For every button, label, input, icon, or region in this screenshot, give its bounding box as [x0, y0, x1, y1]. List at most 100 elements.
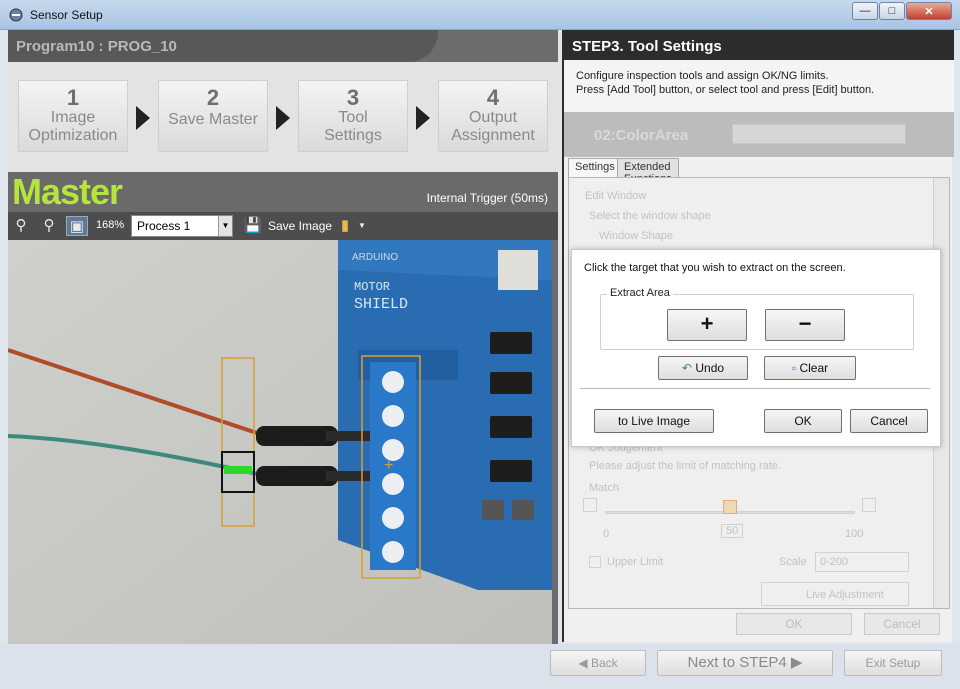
step-label: Image: [50, 109, 96, 126]
arrow-right-icon: [136, 106, 150, 130]
step-number: 3: [346, 85, 360, 110]
master-image: ARDUINO MOTOR SHIELD +: [8, 240, 552, 644]
folder-icon[interactable]: ▮: [334, 216, 356, 236]
left-panel: Program10 : PROG_10 1 Image Optimization…: [8, 30, 558, 644]
close-icon: ✕: [924, 5, 934, 18]
step3-title: STEP3. Tool Settings: [572, 38, 722, 55]
board-label-motor: MOTOR: [354, 280, 390, 294]
next-step-label: Next to STEP4: [687, 654, 787, 671]
step-number: 4: [486, 85, 500, 110]
program-label: Program10 : PROG_10: [16, 38, 177, 55]
undo-button[interactable]: ↶ Undo: [658, 356, 748, 380]
dialog-separator: [580, 388, 930, 389]
step-2-button[interactable]: 2 Save Master: [158, 80, 268, 152]
process-select[interactable]: Process 1 ▼: [131, 215, 233, 237]
title-bar: Sensor Setup — □ ✕: [0, 0, 960, 30]
step-label: Output: [468, 109, 518, 126]
tab-settings[interactable]: Settings: [568, 158, 622, 177]
maximize-icon: □: [888, 5, 896, 17]
extract-area-group: Extract Area + −: [600, 287, 914, 350]
tab-extended-functions[interactable]: Extended Functions: [617, 158, 679, 185]
decrease-button[interactable]: [583, 498, 597, 512]
slider-value: 50: [721, 524, 744, 538]
match-label: Match: [589, 482, 619, 494]
app-icon: [9, 8, 23, 22]
undo-icon: ↶: [681, 361, 693, 375]
minimize-button[interactable]: —: [852, 2, 878, 20]
description-line: Configure inspection tools and assign OK…: [576, 70, 829, 82]
arrow-left-icon: ◀: [578, 656, 588, 670]
adjust-label: Please adjust the limit of matching rate…: [589, 460, 781, 472]
minimize-icon: —: [859, 5, 871, 17]
arrow-right-icon: ▶: [790, 654, 803, 671]
slider-max: 100: [845, 528, 864, 540]
chevron-down-icon: ▼: [218, 216, 232, 236]
tool-header: 02:ColorArea: [564, 112, 954, 157]
cancel-button-disabled[interactable]: Cancel: [864, 613, 940, 635]
program-tab: Program10 : PROG_10: [8, 30, 438, 62]
save-image-button[interactable]: Save Image: [268, 219, 332, 233]
back-button[interactable]: ◀ Back: [550, 650, 646, 676]
exit-setup-button[interactable]: Exit Setup: [844, 650, 942, 676]
window-shape-label: Window Shape: [599, 230, 673, 242]
window-title: Sensor Setup: [30, 8, 103, 22]
chevron-down-icon[interactable]: ▼: [356, 216, 368, 236]
master-title: Master: [12, 171, 123, 212]
step-4-button[interactable]: 4 Output Assignment: [438, 80, 548, 152]
maximize-button[interactable]: □: [879, 2, 905, 20]
step-label: Tool: [338, 109, 368, 126]
fit-icon[interactable]: ▣: [66, 216, 88, 236]
clear-label: Clear: [799, 361, 829, 375]
clear-button[interactable]: ▫ Clear: [764, 356, 856, 380]
next-step-button[interactable]: Next to STEP4 ▶: [657, 650, 833, 676]
back-label: Back: [590, 656, 618, 670]
arrow-right-icon: [276, 106, 290, 130]
scale-value: 0-200: [820, 556, 849, 568]
step-label: Settings: [324, 127, 382, 144]
image-toolbar: ⚲ ⚲ ▣ 168% Process 1 ▼ 💾 Save Image ▮ ▼: [8, 212, 558, 240]
description-line: Press [Add Tool] button, or select tool …: [576, 84, 875, 96]
trigger-status: Internal Trigger (50ms): [426, 191, 548, 205]
edit-window-label: Edit Window: [585, 190, 647, 202]
save-image-icon[interactable]: 💾: [242, 216, 264, 236]
step-3-button[interactable]: 3 Tool Settings: [298, 80, 408, 152]
dialog-prompt: Click the target that you wish to extrac…: [584, 262, 846, 274]
increase-button[interactable]: [862, 498, 876, 512]
slider-thumb[interactable]: [723, 500, 737, 514]
clear-icon: ▫: [791, 361, 797, 375]
undo-label: Undo: [695, 361, 725, 375]
footer-bar: ◀ Back Next to STEP4 ▶ Exit Setup: [0, 644, 960, 689]
slider-min: 0: [603, 528, 610, 540]
step-label: Optimization: [28, 127, 118, 144]
step-number: 2: [206, 85, 220, 110]
tool-name: 02:ColorArea: [594, 127, 689, 144]
to-live-image-button[interactable]: to Live Image: [594, 409, 714, 433]
extract-area-label: Extract Area: [607, 287, 673, 299]
camera-image[interactable]: ARDUINO MOTOR SHIELD +: [8, 240, 552, 644]
scale-select[interactable]: 0-200: [815, 552, 909, 572]
tool-name-field[interactable]: [732, 124, 906, 144]
arrow-right-icon: [416, 106, 430, 130]
step-number: 1: [66, 85, 80, 110]
zoom-level: 168%: [96, 219, 125, 231]
step-label: Assignment: [451, 127, 535, 144]
master-header: Master Internal Trigger (50ms): [8, 172, 558, 212]
zoom-in-icon[interactable]: ⚲: [38, 216, 60, 236]
close-button[interactable]: ✕: [906, 2, 952, 20]
step-navigator: 1 Image Optimization 2 Save Master 3 Too…: [8, 62, 558, 172]
dialog-cancel-button[interactable]: Cancel: [850, 409, 928, 433]
live-adjustment-button[interactable]: Live Adjustment: [761, 582, 909, 606]
upper-limit-checkbox[interactable]: [589, 556, 601, 568]
step-1-button[interactable]: 1 Image Optimization: [18, 80, 128, 152]
ok-button-disabled[interactable]: OK: [736, 613, 852, 635]
upper-limit-label: Upper Limit: [607, 556, 664, 568]
zoom-out-icon[interactable]: ⚲: [10, 216, 32, 236]
step3-header: STEP3. Tool Settings: [564, 30, 954, 60]
dialog-ok-button[interactable]: OK: [764, 409, 842, 433]
remove-extract-button[interactable]: −: [765, 309, 845, 341]
process-value: Process 1: [137, 219, 191, 233]
add-extract-button[interactable]: +: [667, 309, 747, 341]
live-adjustment-label: Live Adjustment: [806, 589, 884, 601]
board-label-arduino: ARDUINO: [352, 252, 398, 263]
svg-text:+: +: [384, 457, 393, 474]
